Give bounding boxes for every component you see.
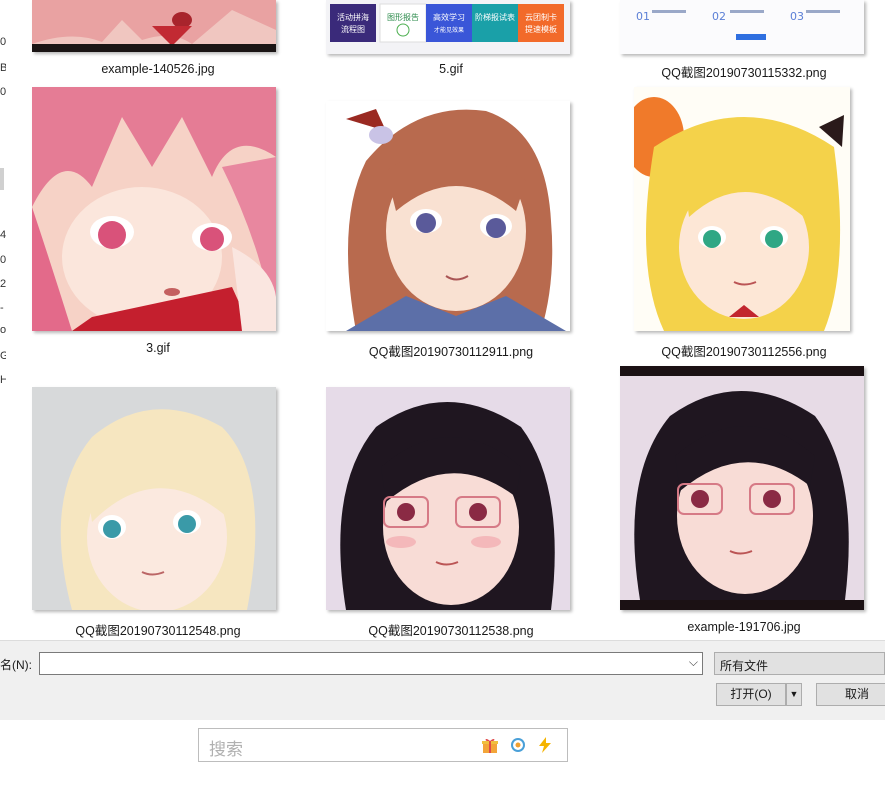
file-name: QQ截图20190730112538.png — [368, 624, 534, 638]
file-name: example-140526.jpg — [101, 62, 215, 76]
svg-text:03: 03 — [790, 10, 804, 23]
file-thumbnail[interactable] — [32, 0, 276, 52]
file-name: QQ截图20190730112556.png — [661, 345, 827, 359]
svg-text:01: 01 — [636, 10, 650, 23]
lightning-icon[interactable] — [536, 736, 554, 754]
file-thumbnail[interactable] — [32, 387, 276, 610]
file-name: QQ截图20190730112548.png — [75, 624, 241, 638]
dialog-footer: 名(N): ⌵ 所有文件 打开(O) ▼ 取消 — [0, 640, 885, 720]
cancel-button[interactable]: 取消 — [816, 683, 885, 706]
filename-label: 名(N): — [0, 658, 32, 672]
file-thumbnail[interactable]: 活动拼海 流程图 图形报告 高效学习 才能见效果 阶梯报试表 云团制卡 提速模板 — [326, 0, 570, 54]
file-name: example-191706.jpg — [687, 620, 801, 634]
file-thumbnail[interactable] — [32, 87, 276, 331]
svg-text:活动拼海: 活动拼海 — [337, 12, 369, 22]
file-type-filter[interactable]: 所有文件 — [714, 652, 885, 675]
file-name: QQ截图20190730112911.png — [368, 345, 534, 359]
file-grid: example-140526.jpg 活动拼海 流程图 图形报告 高效学习 才能… — [0, 0, 885, 640]
svg-text:才能见效果: 才能见效果 — [434, 26, 464, 34]
svg-text:02: 02 — [712, 10, 726, 23]
svg-text:流程图: 流程图 — [341, 24, 365, 34]
settings-icon[interactable] — [509, 736, 527, 754]
file-thumbnail[interactable] — [634, 87, 850, 331]
file-name: QQ截图20190730115332.png — [661, 66, 827, 80]
chevron-down-icon[interactable]: ⌵ — [689, 655, 698, 670]
svg-text:提速模板: 提速模板 — [525, 24, 557, 34]
search-box[interactable]: 搜索 — [198, 728, 568, 762]
file-thumbnail[interactable]: 01 02 03 — [620, 0, 864, 54]
svg-text:阶梯报试表: 阶梯报试表 — [475, 12, 515, 22]
open-split-arrow-icon[interactable]: ▼ — [786, 683, 802, 706]
svg-text:图形报告: 图形报告 — [387, 12, 419, 22]
file-name: 5.gif — [439, 62, 463, 76]
filename-combobox[interactable]: ⌵ — [39, 652, 703, 675]
file-thumbnail[interactable] — [620, 366, 864, 610]
svg-text:高效学习: 高效学习 — [433, 12, 465, 22]
svg-text:云团制卡: 云团制卡 — [525, 12, 557, 22]
file-thumbnail[interactable] — [326, 387, 570, 610]
search-placeholder: 搜索 — [209, 740, 243, 759]
file-thumbnail[interactable] — [326, 101, 570, 331]
open-button[interactable]: 打开(O) — [716, 683, 786, 706]
file-type-value: 所有文件 — [720, 659, 769, 673]
gift-icon[interactable] — [481, 736, 499, 754]
file-name: 3.gif — [146, 341, 170, 355]
